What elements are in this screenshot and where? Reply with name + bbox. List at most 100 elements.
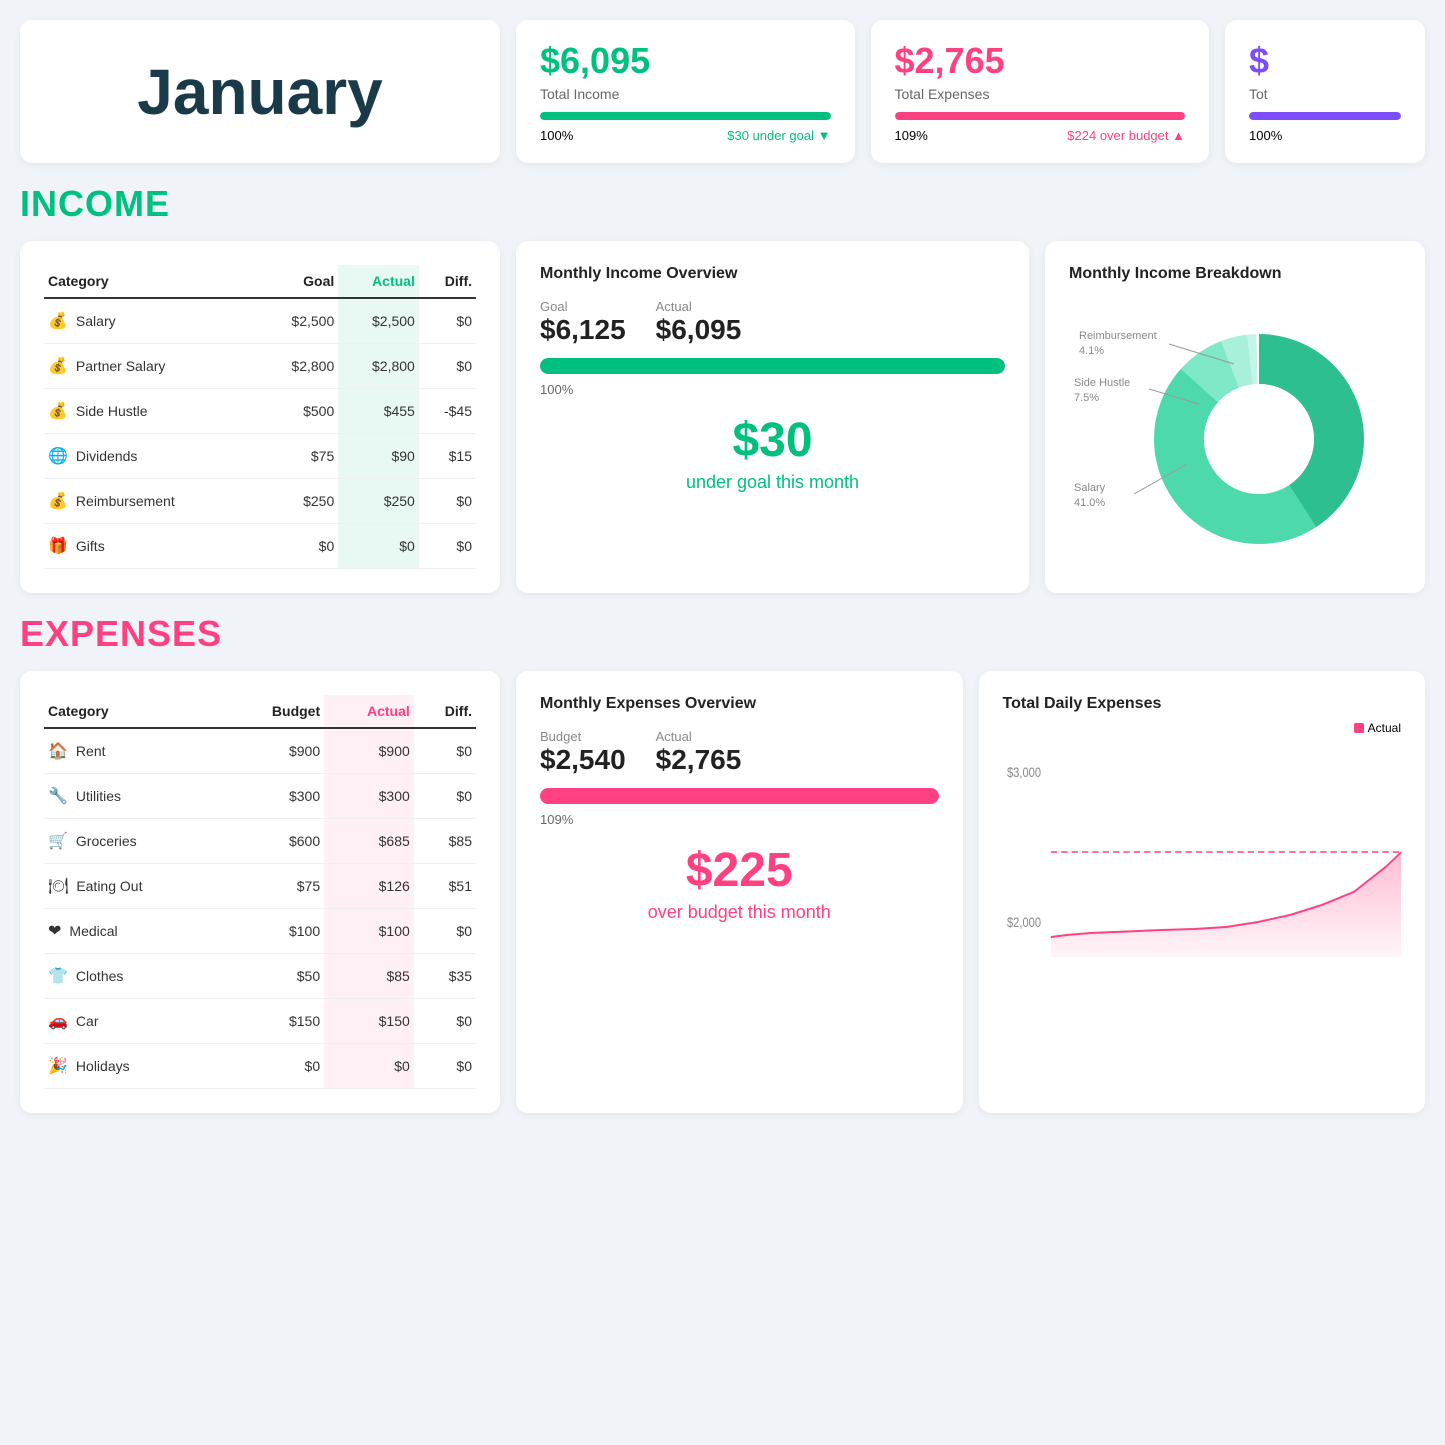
legend-actual-dot <box>1354 723 1364 733</box>
income-diff-text: under goal this month <box>540 472 1005 493</box>
income-cat-icon-1: 💰 <box>48 356 68 376</box>
income-donut-chart: Reimbursement 4.1% Side Hustle 7.5% Sala… <box>1069 299 1369 559</box>
legend-actual: Actual <box>1354 721 1401 735</box>
exp-cell-diff-0: $0 <box>414 728 476 774</box>
income-cell-goal-1: $2,800 <box>258 344 339 389</box>
exp-cell-diff-3: $51 <box>414 864 476 909</box>
exp-cell-budget-6: $150 <box>225 999 324 1044</box>
income-cat-icon-4: 💰 <box>48 491 68 511</box>
expenses-label: Total Expenses <box>895 86 1186 102</box>
income-goal-amount: $6,125 <box>540 314 626 346</box>
exp-cat-name-0: Rent <box>76 743 106 759</box>
exp-cell-budget-5: $50 <box>225 954 324 999</box>
income-table-header-row: Category Goal Actual Diff. <box>44 265 476 298</box>
income-cat-name-3: Dividends <box>76 448 137 464</box>
exp-cat-name-2: Groceries <box>76 833 137 849</box>
exp-cat-name-3: Eating Out <box>76 878 142 894</box>
income-col-diff: Diff. <box>419 265 476 298</box>
total-savings-card: $ Tot 100% <box>1225 20 1425 163</box>
exp-cell-budget-3: $75 <box>225 864 324 909</box>
income-table-head: Category Goal Actual Diff. <box>44 265 476 298</box>
exp-cell-budget-7: $0 <box>225 1044 324 1089</box>
income-breakdown-title: Monthly Income Breakdown <box>1069 265 1401 283</box>
savings-label: Tot <box>1249 86 1401 102</box>
income-cell-category-3: 🌐 Dividends <box>44 434 258 479</box>
income-cell-goal-5: $0 <box>258 524 339 569</box>
exp-cell-category-2: 🛒 Groceries <box>44 819 225 864</box>
exp-cell-actual-0: $900 <box>324 728 414 774</box>
income-actual-amount: $6,095 <box>656 314 742 346</box>
expenses-table-row: ❤ Medical $100 $100 $0 <box>44 909 476 954</box>
svg-text:41.0%: 41.0% <box>1074 497 1105 509</box>
exp-cell-actual-6: $150 <box>324 999 414 1044</box>
expenses-budget-amount: $2,540 <box>540 744 626 776</box>
exp-cat-icon-1: 🔧 <box>48 786 68 806</box>
income-table-row: 💰 Side Hustle $500 $455 -$45 <box>44 389 476 434</box>
income-table-body: 💰 Salary $2,500 $2,500 $0 💰 Partner Sala… <box>44 298 476 569</box>
income-overview-pct: 100% <box>540 382 1005 397</box>
income-section-header: INCOME <box>20 183 1425 225</box>
page: January $6,095 Total Income 100% $30 und… <box>0 0 1445 1153</box>
income-cell-actual-0: $2,500 <box>338 298 419 344</box>
exp-cell-budget-0: $900 <box>225 728 324 774</box>
expenses-budget-label: Budget <box>540 729 626 744</box>
exp-cell-category-7: 🎉 Holidays <box>44 1044 225 1089</box>
exp-cat-icon-7: 🎉 <box>48 1056 68 1076</box>
income-diff-amount: $30 <box>540 413 1005 468</box>
exp-cat-name-4: Medical <box>69 923 117 939</box>
expenses-table-body: 🏠 Rent $900 $900 $0 🔧 Utilities $300 $30… <box>44 728 476 1089</box>
income-cell-category-1: 💰 Partner Salary <box>44 344 258 389</box>
income-actual-label: Actual <box>656 299 742 314</box>
income-cell-goal-0: $2,500 <box>258 298 339 344</box>
exp-cat-name-5: Clothes <box>76 968 123 984</box>
expenses-overview-pct: 109% <box>540 812 939 827</box>
month-title: January <box>137 55 382 129</box>
income-cell-actual-4: $250 <box>338 479 419 524</box>
legend-actual-label: Actual <box>1368 721 1401 735</box>
exp-cell-category-6: 🚗 Car <box>44 999 225 1044</box>
income-cell-actual-5: $0 <box>338 524 419 569</box>
income-col-category: Category <box>44 265 258 298</box>
expenses-actual-label: Actual <box>656 729 742 744</box>
income-cell-diff-0: $0 <box>419 298 476 344</box>
summary-cards: $6,095 Total Income 100% $30 under goal … <box>516 20 1425 163</box>
income-cell-category-5: 🎁 Gifts <box>44 524 258 569</box>
daily-expenses-chart-card: Total Daily Expenses Actual $3,000 $2,00… <box>979 671 1426 1113</box>
income-cell-category-4: 💰 Reimbursement <box>44 479 258 524</box>
exp-cell-category-1: 🔧 Utilities <box>44 774 225 819</box>
daily-expenses-title: Total Daily Expenses <box>1003 695 1402 713</box>
svg-text:7.5%: 7.5% <box>1074 392 1099 404</box>
income-overview-card: Monthly Income Overview Goal $6,125 Actu… <box>516 241 1029 593</box>
exp-cell-budget-1: $300 <box>225 774 324 819</box>
expenses-table-row: 👕 Clothes $50 $85 $35 <box>44 954 476 999</box>
expenses-table-head: Category Budget Actual Diff. <box>44 695 476 728</box>
income-overview-panel: Monthly Income Overview Goal $6,125 Actu… <box>516 241 1425 593</box>
exp-cat-name-6: Car <box>76 1013 99 1029</box>
income-cat-name-1: Partner Salary <box>76 358 165 374</box>
savings-pct: 100% <box>1249 128 1282 143</box>
expenses-meta: 109% $224 over budget ▲ <box>895 128 1186 143</box>
exp-cell-diff-1: $0 <box>414 774 476 819</box>
svg-text:Side Hustle: Side Hustle <box>1074 377 1130 389</box>
expenses-actual-item: Actual $2,765 <box>656 729 742 776</box>
expenses-table-row: 🎉 Holidays $0 $0 $0 <box>44 1044 476 1089</box>
total-income-card: $6,095 Total Income 100% $30 under goal … <box>516 20 855 163</box>
expenses-progress-fill <box>895 112 1186 120</box>
income-table: Category Goal Actual Diff. 💰 Salary $2,5… <box>44 265 476 569</box>
income-cell-diff-5: $0 <box>419 524 476 569</box>
income-progress-fill <box>540 112 831 120</box>
income-actual-item: Actual $6,095 <box>656 299 742 346</box>
exp-cat-name-7: Holidays <box>76 1058 130 1074</box>
income-cat-name-0: Salary <box>76 313 116 329</box>
income-cat-icon-0: 💰 <box>48 311 68 331</box>
exp-cell-budget-2: $600 <box>225 819 324 864</box>
expenses-amount: $2,765 <box>895 40 1186 82</box>
exp-cell-actual-7: $0 <box>324 1044 414 1089</box>
income-cell-category-0: 💰 Salary <box>44 298 258 344</box>
income-cat-name-2: Side Hustle <box>76 403 148 419</box>
expenses-table-card: Category Budget Actual Diff. 🏠 Rent $900… <box>20 671 500 1113</box>
month-card: January <box>20 20 500 163</box>
exp-cat-icon-6: 🚗 <box>48 1011 68 1031</box>
income-pct: 100% <box>540 128 573 143</box>
expenses-table-header-row: Category Budget Actual Diff. <box>44 695 476 728</box>
